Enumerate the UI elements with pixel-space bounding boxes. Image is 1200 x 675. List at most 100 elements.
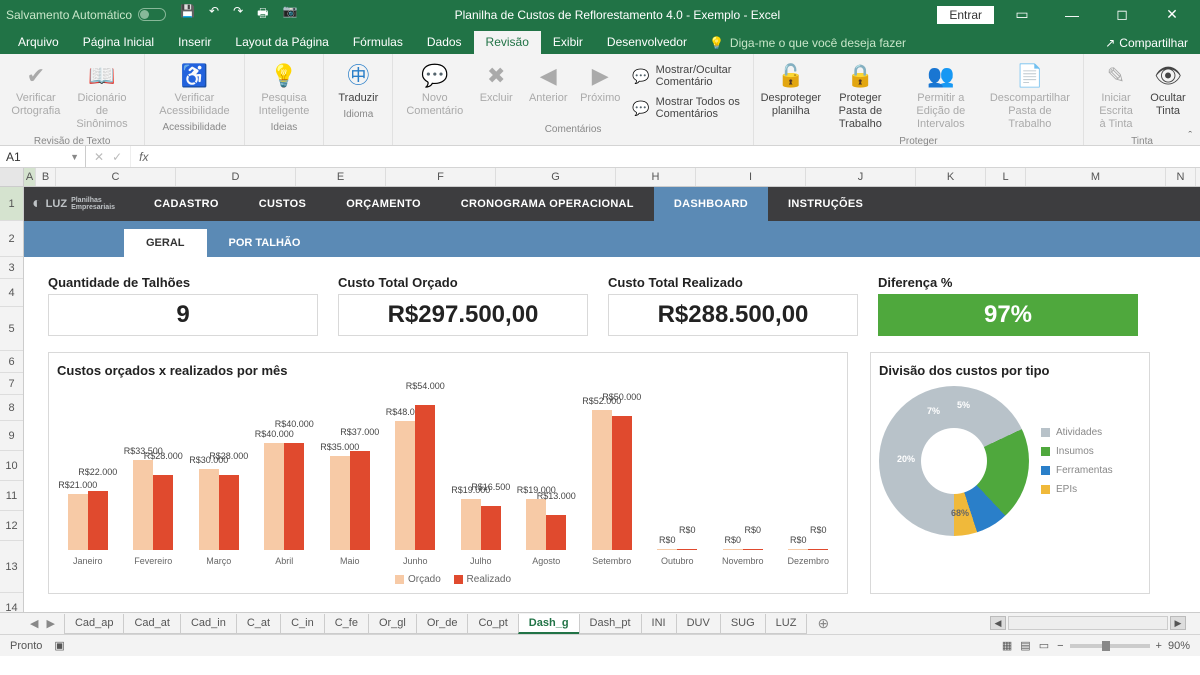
minimize-icon[interactable]: — [1050,7,1094,23]
menu-tab-fórmulas[interactable]: Fórmulas [341,31,415,54]
menu-tab-arquivo[interactable]: Arquivo [6,31,71,54]
nav-cadastro[interactable]: CADASTRO [134,187,239,221]
sheet-tab-Cad_ap[interactable]: Cad_ap [64,614,125,634]
share-button[interactable]: ↗ Compartilhar [1093,32,1200,54]
proximo-button[interactable]: ▶Próximo [576,58,624,122]
mostrar-todos-comentarios[interactable]: 💬Mostrar Todos os Comentários [628,94,745,122]
macro-record-icon[interactable]: ▣ [54,639,64,652]
sheet-tab-C_at[interactable]: C_at [236,614,281,634]
collapse-ribbon-icon[interactable]: ˆ [1188,130,1192,142]
col-H[interactable]: H [616,168,696,186]
autosave-toggle[interactable]: Salvamento Automático [6,8,166,22]
dicionario-sinonimos-button[interactable]: 📖Dicionário de Sinônimos [68,58,137,134]
col-K[interactable]: K [916,168,986,186]
accept-icon[interactable]: ✓ [112,150,122,164]
sheet-tab-C_in[interactable]: C_in [280,614,325,634]
col-G[interactable]: G [496,168,616,186]
traduzir-button[interactable]: ㊥Traduzir [332,58,384,107]
row-3[interactable]: 3 [0,257,23,279]
sheet-tab-Co_pt[interactable]: Co_pt [467,614,518,634]
sheet-tab-Dash_g[interactable]: Dash_g [518,614,580,634]
col-B[interactable]: B [36,168,56,186]
verificar-acessibilidade-button[interactable]: ♿Verificar Acessibilidade [153,58,235,120]
ribbon-options-icon[interactable]: ▭ [1000,6,1044,23]
undo-icon[interactable]: ↶ [209,4,219,25]
signin-button[interactable]: Entrar [937,6,994,24]
formula-input[interactable] [156,146,1200,167]
col-D[interactable]: D [176,168,296,186]
col-E[interactable]: E [296,168,386,186]
menu-tab-dados[interactable]: Dados [415,31,474,54]
row-5[interactable]: 5 [0,307,23,351]
toggle-icon[interactable] [138,8,166,21]
zoom-control[interactable]: − + 90% [1057,640,1190,652]
col-F[interactable]: F [386,168,496,186]
row-4[interactable]: 4 [0,279,23,307]
row-13[interactable]: 13 [0,541,23,593]
row-2[interactable]: 2 [0,221,23,257]
col-J[interactable]: J [806,168,916,186]
close-icon[interactable]: ✕ [1150,6,1194,23]
zoom-in-icon[interactable]: + [1156,640,1162,652]
sheet-tab-SUG[interactable]: SUG [720,614,766,634]
tell-me[interactable]: 💡 Diga-me o que você deseja fazer [699,32,1093,54]
menu-tab-layout-da-página[interactable]: Layout da Página [223,31,340,54]
nav-cronograma operacional[interactable]: CRONOGRAMA OPERACIONAL [441,187,654,221]
new-sheet-icon[interactable]: ⊕ [807,615,839,632]
excluir-button[interactable]: ✖Excluir [472,58,520,122]
pesquisa-inteligente-button[interactable]: 💡Pesquisa Inteligente [253,58,316,120]
save-icon[interactable]: 💾 [180,4,195,25]
ocultar-tinta-button[interactable]: 👁Ocultar Tinta [1144,58,1192,134]
col-N[interactable]: N [1166,168,1196,186]
zoom-out-icon[interactable]: − [1057,640,1063,652]
col-C[interactable]: C [56,168,176,186]
col-A[interactable]: A [24,168,36,186]
row-12[interactable]: 12 [0,511,23,541]
row-10[interactable]: 10 [0,451,23,481]
sheet-area[interactable]: ◐ LUZ Planilhas Empresariais CADASTROCUS… [24,187,1200,612]
verificar-ortografia-button[interactable]: ✔Verificar Ortografia [8,58,64,134]
novo-comentario-button[interactable]: 💬Novo Comentário [401,58,468,122]
subnav-por-talhão[interactable]: POR TALHÃO [207,229,323,257]
menu-tab-desenvolvedor[interactable]: Desenvolvedor [595,31,699,54]
col-L[interactable]: L [986,168,1026,186]
row-1[interactable]: 1 [0,187,23,221]
menu-tab-página-inicial[interactable]: Página Inicial [71,31,166,54]
select-all-icon[interactable] [0,168,24,186]
sheet-tab-Cad_at[interactable]: Cad_at [123,614,180,634]
fx-icon[interactable]: fx [131,146,156,167]
name-box[interactable]: A1 ▼ [0,146,86,167]
iniciar-tinta-button[interactable]: ✎Iniciar Escrita à Tinta [1092,58,1140,134]
sheet-tab-C_fe[interactable]: C_fe [324,614,369,634]
sheet-tab-LUZ[interactable]: LUZ [765,614,808,634]
row-6[interactable]: 6 [0,351,23,373]
tab-nav-arrows[interactable]: ◀▶ [20,617,65,630]
sheet-tab-Dash_pt[interactable]: Dash_pt [579,614,642,634]
nav-dashboard[interactable]: DASHBOARD [654,187,768,221]
page-break-icon[interactable]: ▭ [1039,639,1049,652]
row-7[interactable]: 7 [0,373,23,395]
sheet-tab-Or_gl[interactable]: Or_gl [368,614,417,634]
maximize-icon[interactable]: ◻ [1100,6,1144,23]
anterior-button[interactable]: ◀Anterior [524,58,572,122]
descompartilhar-button[interactable]: 📄Descompartilhar Pasta de Trabalho [985,58,1075,134]
row-11[interactable]: 11 [0,481,23,511]
row-9[interactable]: 9 [0,421,23,451]
desproteger-planilha-button[interactable]: 🔓Desproteger planilha [762,58,820,134]
page-layout-icon[interactable]: ▤ [1020,639,1030,652]
menu-tab-inserir[interactable]: Inserir [166,31,223,54]
nav-orçamento[interactable]: ORÇAMENTO [326,187,441,221]
redo-icon[interactable]: ↷ [233,4,243,25]
col-M[interactable]: M [1026,168,1166,186]
nav-instruções[interactable]: INSTRUÇÕES [768,187,883,221]
mostrar-ocultar-comentario[interactable]: 💬Mostrar/Ocultar Comentário [628,62,745,90]
row-8[interactable]: 8 [0,395,23,421]
proteger-pasta-button[interactable]: 🔒Proteger Pasta de Trabalho [824,58,897,134]
menu-tab-exibir[interactable]: Exibir [541,31,595,54]
menu-tab-revisão[interactable]: Revisão [474,31,541,54]
sheet-tab-Cad_in[interactable]: Cad_in [180,614,237,634]
col-I[interactable]: I [696,168,806,186]
permitir-edicao-button[interactable]: 👥Permitir a Edição de Intervalos [901,58,981,134]
sheet-tab-Or_de[interactable]: Or_de [416,614,469,634]
sheet-tab-DUV[interactable]: DUV [676,614,721,634]
